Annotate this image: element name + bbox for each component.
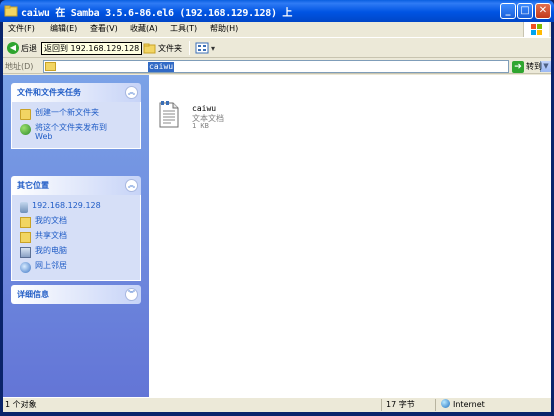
place-my-computer-link[interactable]: 我的电脑 [20,246,135,258]
status-zone-label: Internet [453,400,485,409]
folders-button[interactable]: 文件夹 [143,40,182,56]
address-value: caiwu [148,62,175,72]
shared-documents-icon [20,232,31,243]
details-group: 详细信息 ︾ [11,285,141,304]
file-name: caiwu [192,104,217,113]
place-my-documents-link[interactable]: 我的文档 [20,216,135,228]
file-tasks-title: 文件和文件夹任务 [17,88,81,97]
menu-bar: 文件(F) 编辑(E) 查看(V) 收藏(A) 工具(T) 帮助(H) [3,22,551,38]
network-server-icon [20,202,28,213]
status-zone: Internet [441,399,549,411]
publish-web-label: 将这个文件夹发布到 Web [35,123,107,141]
text-document-icon [159,101,179,128]
folders-label: 文件夹 [158,43,182,53]
network-folder-icon [45,62,56,71]
file-tasks-body: 创建一个新文件夹 将这个文件夹发布到 Web [11,102,141,149]
create-folder-label: 创建一个新文件夹 [35,108,99,117]
menu-file[interactable]: 文件(F) [8,23,35,34]
my-computer-icon [20,247,31,258]
views-button[interactable]: ▾ [195,40,215,56]
back-button[interactable]: ◀ 后退 [7,40,37,56]
address-label: 地址(D) [5,62,34,71]
menu-edit[interactable]: 编辑(E) [50,23,77,34]
menu-favorites[interactable]: 收藏(A) [130,23,158,34]
back-label: 后退 [21,43,37,53]
file-tasks-header[interactable]: 文件和文件夹任务 ︽ [11,83,141,102]
file-list-area[interactable]: caiwu 文本文档 1 KB [149,75,551,397]
other-places-group: 其它位置 ︽ 192.168.129.128 我的文档 共享文档 我的电脑 网上… [11,176,141,281]
address-bar: 地址(D) caiwu ▼ ➔ 转到 [3,59,551,74]
publish-web-link[interactable]: 将这个文件夹发布到 Web [20,123,135,141]
file-size: 1 KB [192,122,209,130]
toolbar-separator [189,41,190,55]
place-server-label: 192.168.129.128 [32,201,101,210]
menu-tools[interactable]: 工具(T) [170,23,197,34]
go-button[interactable]: ➔ 转到 [512,60,542,73]
window-frame: 文件(F) 编辑(E) 查看(V) 收藏(A) 工具(T) 帮助(H) ◀ 后退… [3,22,551,412]
internet-zone-icon [441,399,450,408]
status-object-count: 1 个对象 [5,399,382,411]
address-input[interactable]: caiwu ▼ [43,60,551,73]
minimize-button[interactable]: _ [500,3,516,19]
place-shared-documents-label: 共享文档 [35,231,67,240]
place-network-label: 网上邻居 [35,261,67,270]
window-title: caiwu 在 Samba 3.5.6-86.el6 (192.168.129.… [21,8,293,19]
details-header[interactable]: 详细信息 ︾ [11,285,141,304]
close-button[interactable]: ✕ [535,3,551,19]
other-places-header[interactable]: 其它位置 ︽ [11,176,141,195]
file-tasks-group: 文件和文件夹任务 ︽ 创建一个新文件夹 将这个文件夹发布到 Web [11,83,141,149]
expand-chevron-icon[interactable]: ︾ [125,288,138,301]
network-places-icon [20,262,31,273]
place-network-link[interactable]: 网上邻居 [20,261,135,273]
create-folder-link[interactable]: 创建一个新文件夹 [20,108,135,120]
collapse-chevron-icon[interactable]: ︽ [125,86,138,99]
back-icon: ◀ [7,42,19,54]
menu-help[interactable]: 帮助(H) [210,23,238,34]
place-shared-documents-link[interactable]: 共享文档 [20,231,135,243]
title-bar[interactable]: caiwu 在 Samba 3.5.6-86.el6 (192.168.129.… [0,0,554,22]
status-bar: 1 个对象 17 字节 Internet [3,397,551,412]
go-label: 转到 [526,62,542,71]
maximize-button[interactable]: □ [517,3,533,19]
place-my-computer-label: 我的电脑 [35,246,67,255]
new-folder-icon [20,109,31,120]
folders-icon [143,43,156,54]
other-places-body: 192.168.129.128 我的文档 共享文档 我的电脑 网上邻居 [11,195,141,281]
my-documents-icon [20,217,31,228]
place-my-documents-label: 我的文档 [35,216,67,225]
status-size: 17 字节 [386,399,436,411]
task-pane: 文件和文件夹任务 ︽ 创建一个新文件夹 将这个文件夹发布到 Web 其它位置 ︽… [3,75,149,397]
collapse-chevron-icon[interactable]: ︽ [125,179,138,192]
address-tooltip: 返回到 192.168.129.128 [41,42,143,55]
folder-network-icon [4,5,18,17]
menu-view[interactable]: 查看(V) [90,23,118,34]
windows-logo-icon [523,22,549,38]
other-places-title: 其它位置 [17,181,49,190]
explorer-window: caiwu 在 Samba 3.5.6-86.el6 (192.168.129.… [0,0,554,416]
go-arrow-icon: ➔ [512,60,524,73]
views-icon [195,42,209,54]
publish-web-icon [20,124,31,135]
details-title: 详细信息 [17,290,49,299]
place-server-link[interactable]: 192.168.129.128 [20,201,135,213]
